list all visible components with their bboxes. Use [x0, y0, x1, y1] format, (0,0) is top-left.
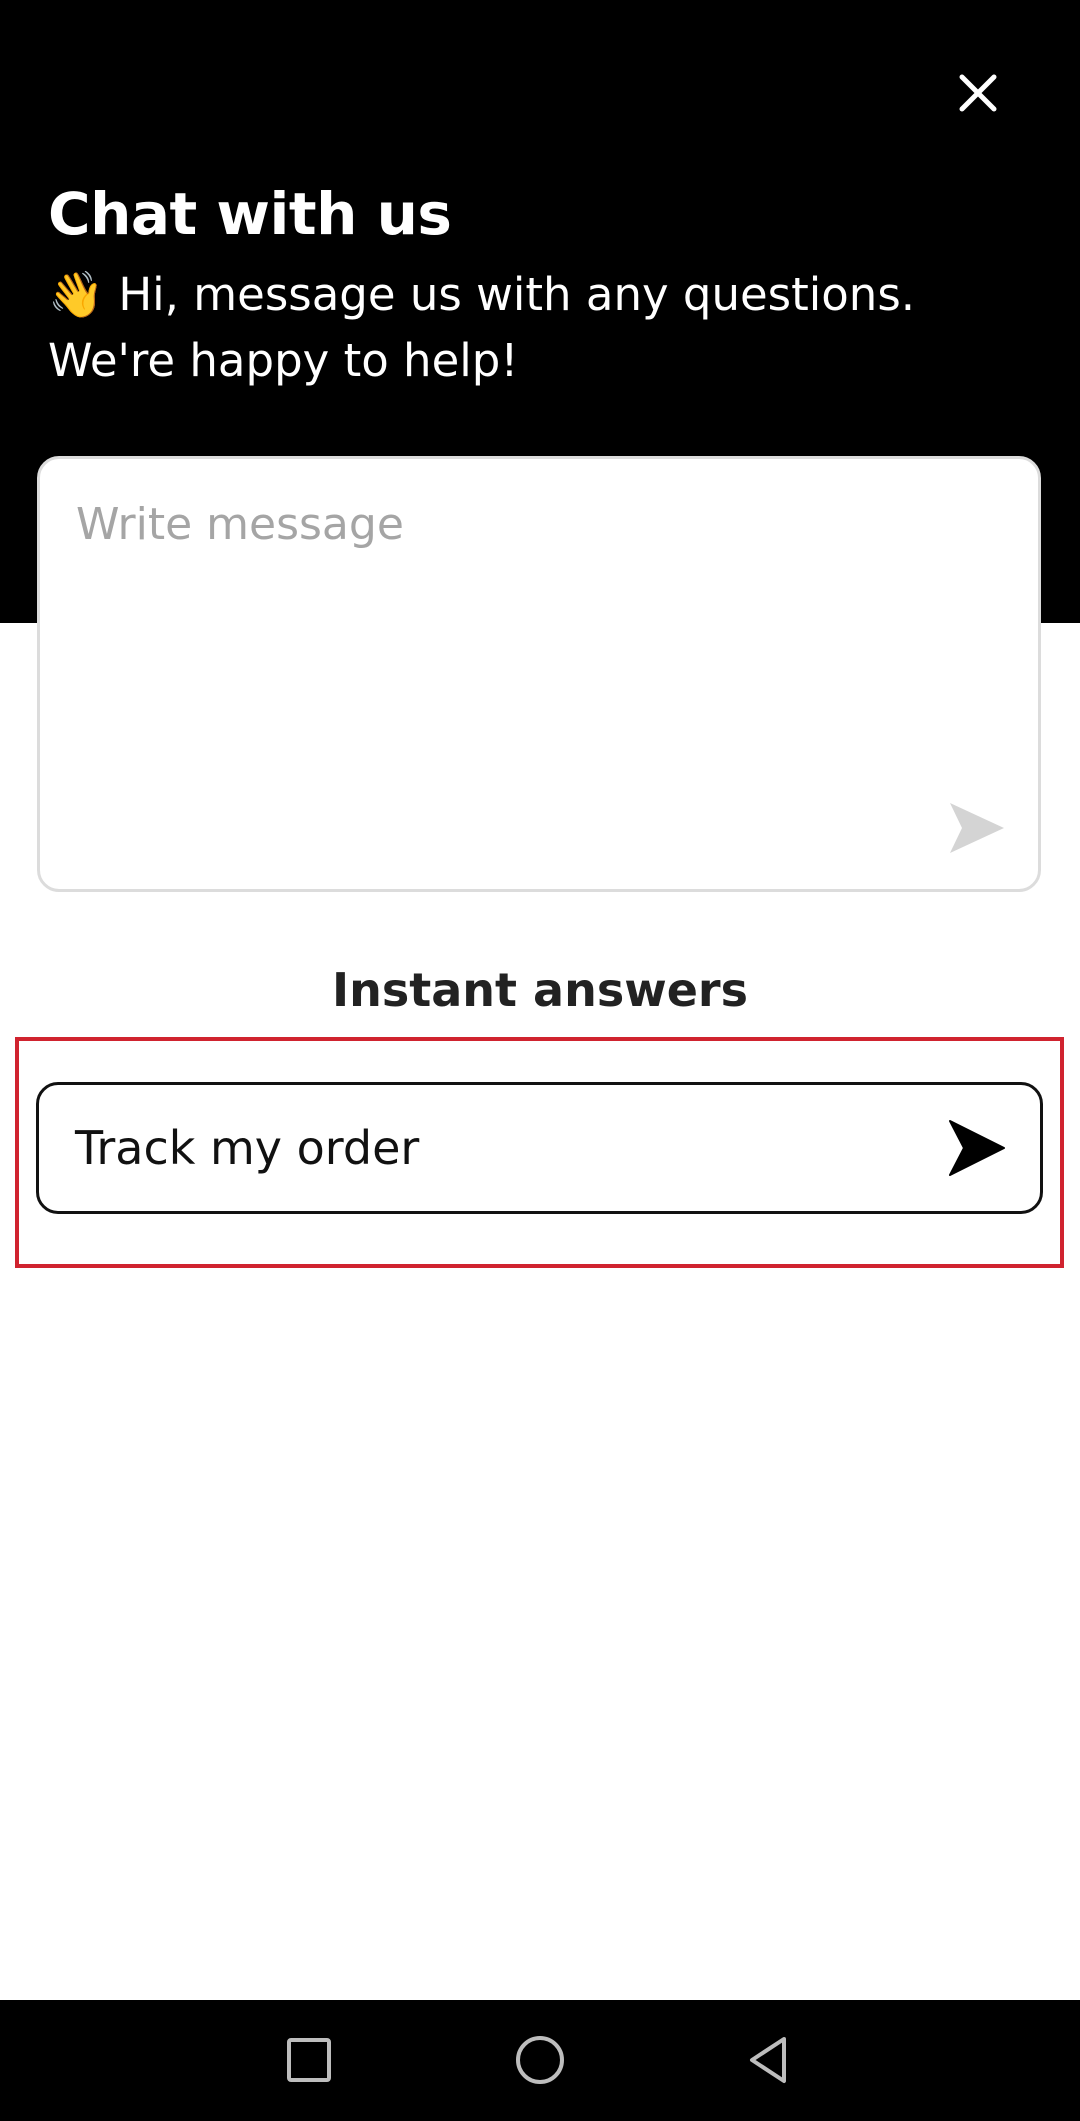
back-icon — [750, 2037, 786, 2083]
chat-page: Chat with us 👋 Hi, message us with any q… — [0, 0, 1080, 2121]
home-button[interactable] — [500, 2020, 580, 2100]
message-composer — [37, 456, 1041, 892]
close-button[interactable] — [940, 55, 1016, 131]
instant-answer-label: Track my order — [75, 1121, 420, 1175]
send-icon — [950, 803, 1004, 853]
recents-button[interactable] — [269, 2020, 349, 2100]
page-title: Chat with us — [48, 180, 452, 248]
system-nav-bar — [0, 2000, 1080, 2121]
home-icon — [516, 2036, 564, 2084]
message-input[interactable] — [76, 497, 956, 837]
header-subtitle: 👋 Hi, message us with any questions. We'… — [48, 262, 1048, 394]
send-icon — [949, 1120, 1005, 1176]
instant-answers-title: Instant answers — [332, 963, 748, 1017]
waving-hand-icon: 👋 — [48, 268, 105, 321]
back-button[interactable] — [728, 2020, 808, 2100]
recents-icon — [287, 2038, 331, 2082]
close-icon — [959, 74, 997, 112]
instant-answer-track-order[interactable]: Track my order — [36, 1082, 1043, 1214]
subtitle-text: Hi, message us with any questions. We're… — [48, 268, 916, 387]
instant-answer-send — [944, 1115, 1010, 1181]
send-button[interactable] — [942, 793, 1012, 863]
